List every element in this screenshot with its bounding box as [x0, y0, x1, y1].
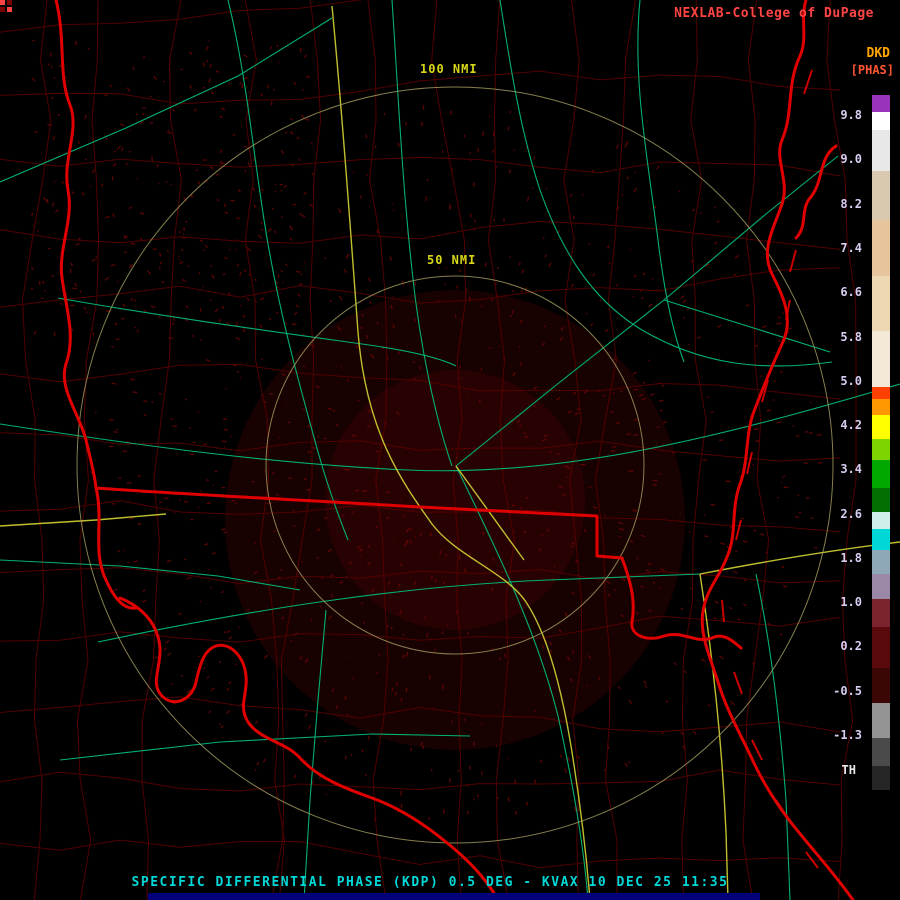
range-ring-label-100nmi: 100 NMI	[420, 62, 478, 76]
product-code-label: DKD	[866, 46, 890, 61]
legend-tick-label: 3.4	[840, 462, 862, 477]
legend-tick-label: 6.6	[840, 285, 862, 300]
colorbar-segment	[872, 550, 890, 575]
colorbar-segment	[872, 668, 890, 703]
legend-tick-label: 9.8	[840, 108, 862, 123]
legend-tick-label: 5.0	[840, 373, 862, 388]
colorbar-segment	[872, 529, 890, 551]
legend-tick-label: 5.8	[840, 329, 862, 344]
colorbar-segment	[872, 275, 890, 332]
legend-tick-label: 1.8	[840, 550, 862, 565]
threshold-label: TH	[841, 763, 856, 777]
colorbar-segment	[872, 171, 890, 221]
colorbar-segment	[872, 220, 890, 276]
legend-tick-label: -1.3	[833, 728, 862, 743]
colorbar-segment	[872, 626, 890, 669]
legend-tick-label: 0.2	[840, 639, 862, 654]
legend-tick-label: 7.4	[840, 240, 862, 255]
colorbar-segment	[872, 438, 890, 460]
radar-map	[0, 0, 900, 900]
bottom-highlight-strip	[148, 893, 760, 900]
legend-tick-label: 9.0	[840, 152, 862, 167]
colorbar-tick-labels: 9.8 9.0 8.2 7.4 6.6 5.8 5.0 4.2 3.4 2.6 1.8 1.0 0.2 -…	[818, 95, 866, 790]
range-ring-label-50nmi: 50 NMI	[427, 253, 477, 267]
product-caption: SPECIFIC DIFFERENTIAL PHASE (KDP) 0.5 DE…	[131, 875, 729, 890]
legend-tick-label: 2.6	[840, 506, 862, 521]
colorbar-segment	[872, 399, 890, 415]
colorbar-segment	[872, 386, 890, 400]
colorbar-segment	[872, 95, 890, 113]
units-label: [PHAS]	[850, 63, 894, 77]
colorbar-segment	[872, 574, 890, 599]
colorbar-segment	[872, 129, 890, 172]
colorbar-segment	[872, 414, 890, 439]
colorbar-segment	[872, 331, 890, 387]
colorbar-segment	[872, 459, 890, 488]
legend-tick-label: 1.0	[840, 595, 862, 610]
radar-display: NEXLAB-College of DuPage DKD [PHAS] 9.8 9…	[0, 0, 900, 900]
colorbar-segment	[872, 737, 890, 766]
legend-tick-label: 4.2	[840, 418, 862, 433]
legend-tick-label: -0.5	[833, 683, 862, 698]
brand-text: NEXLAB-College of DuPage	[674, 6, 874, 21]
colorbar-segment	[872, 487, 890, 512]
colorbar	[872, 95, 890, 790]
colorbar-segment	[872, 511, 890, 530]
colorbar-segment	[872, 765, 890, 790]
legend-tick-label: 8.2	[840, 196, 862, 211]
colorbar-segment	[872, 702, 890, 738]
colorbar-segment	[872, 598, 890, 627]
colorbar-segment	[872, 112, 890, 130]
cod-logo-icon	[0, 0, 12, 12]
